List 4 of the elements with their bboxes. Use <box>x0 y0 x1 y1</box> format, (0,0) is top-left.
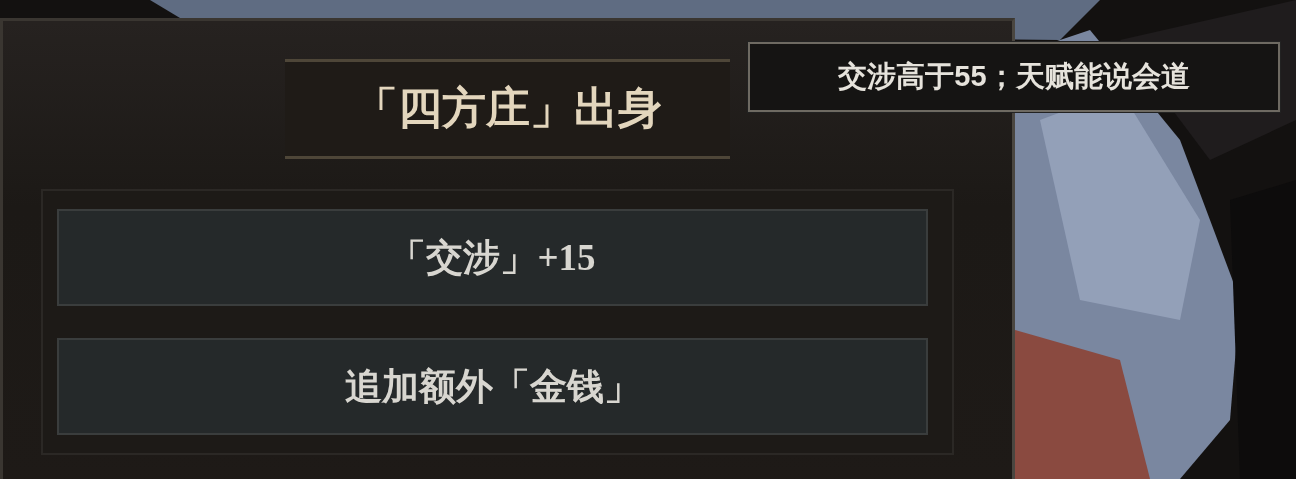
tooltip: 交涉高于55；天赋能说会道 <box>748 42 1280 112</box>
panel-title: 「四方庄」出身 <box>285 59 730 159</box>
effect-row: 「交涉」+15 <box>57 209 928 306</box>
effect-row: 追加额外「金钱」 <box>57 338 928 435</box>
